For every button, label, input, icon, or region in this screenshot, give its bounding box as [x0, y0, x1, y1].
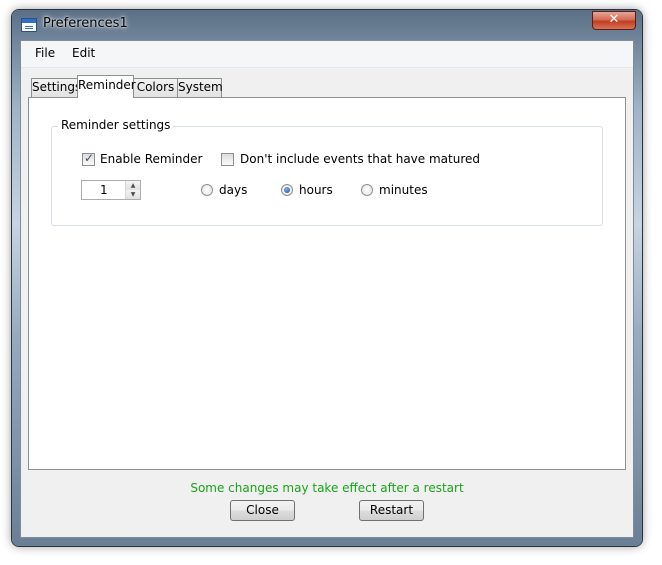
title-bar[interactable]: Preferences1 ✕	[12, 10, 642, 40]
exclude-matured-label[interactable]: Don't include events that have matured	[240, 152, 480, 166]
restart-button[interactable]: Restart	[359, 500, 424, 521]
menu-bar: File Edit	[21, 41, 633, 68]
days-label[interactable]: days	[219, 183, 247, 197]
hours-radio[interactable]	[281, 184, 293, 196]
window-title: Preferences1	[43, 16, 128, 31]
reminder-tab-panel: Reminder settings Enable Reminder Don't …	[28, 97, 626, 470]
enable-reminder-checkbox[interactable]	[82, 151, 95, 166]
close-icon: ✕	[608, 12, 620, 27]
minutes-radio[interactable]	[361, 184, 373, 196]
days-radio[interactable]	[201, 184, 213, 196]
menu-edit[interactable]: Edit	[72, 46, 95, 60]
interval-value[interactable]: 1	[100, 183, 108, 197]
client-area: File Edit Settings Reminder Colors Syste…	[20, 40, 634, 538]
reminder-settings-group: Reminder settings Enable Reminder Don't …	[51, 118, 603, 226]
tab-colors[interactable]: Colors	[133, 78, 178, 97]
close-window-button[interactable]: ✕	[592, 11, 636, 30]
tab-settings[interactable]: Settings	[31, 78, 81, 97]
minutes-label[interactable]: minutes	[379, 183, 428, 197]
tab-system[interactable]: System	[177, 78, 223, 97]
stepper-buttons: ▲ ▼	[125, 181, 140, 199]
spin-down-icon[interactable]: ▼	[126, 190, 140, 199]
app-icon	[21, 18, 37, 32]
restart-notice: Some changes may take effect after a res…	[190, 481, 464, 495]
menu-file[interactable]: File	[35, 46, 55, 60]
interval-stepper[interactable]: 1 ▲ ▼	[81, 180, 141, 200]
enable-reminder-label[interactable]: Enable Reminder	[100, 152, 202, 166]
tab-reminder[interactable]: Reminder	[77, 75, 136, 98]
close-button[interactable]: Close	[230, 500, 295, 521]
group-title: Reminder settings	[58, 118, 174, 132]
exclude-matured-checkbox[interactable]	[221, 153, 234, 166]
hours-label[interactable]: hours	[299, 183, 333, 197]
preferences-window: Preferences1 ✕ File Edit Settings Remind…	[12, 10, 642, 546]
